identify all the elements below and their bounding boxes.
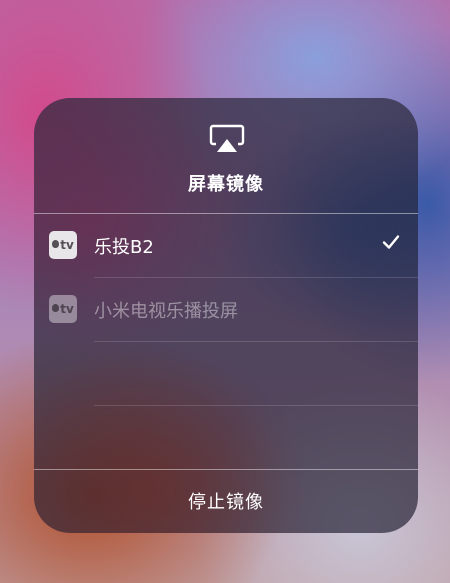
screen-mirroring-panel: 屏幕镜像 tv 乐投B2 tv 小米电视乐播投屏 停止镜像 <box>34 98 418 533</box>
device-label: 小米电视乐播投屏 <box>94 301 238 322</box>
row-divider <box>94 405 418 406</box>
apple-logo-icon <box>52 304 60 312</box>
apple-logo-icon <box>52 240 60 248</box>
airplay-icon <box>209 124 245 152</box>
apple-tv-icon: tv <box>49 295 77 323</box>
apple-tv-icon: tv <box>49 231 77 259</box>
panel-title: 屏幕镜像 <box>188 174 264 195</box>
empty-row <box>34 341 418 405</box>
device-row-xiaomi-tv[interactable]: tv 小米电视乐播投屏 <box>34 277 418 341</box>
stop-mirroring-button[interactable]: 停止镜像 <box>34 469 418 533</box>
panel-header: 屏幕镜像 <box>34 98 418 213</box>
device-row-letou-b2[interactable]: tv 乐投B2 <box>34 213 418 277</box>
device-label: 乐投B2 <box>94 237 154 258</box>
checkmark-icon <box>382 235 400 249</box>
